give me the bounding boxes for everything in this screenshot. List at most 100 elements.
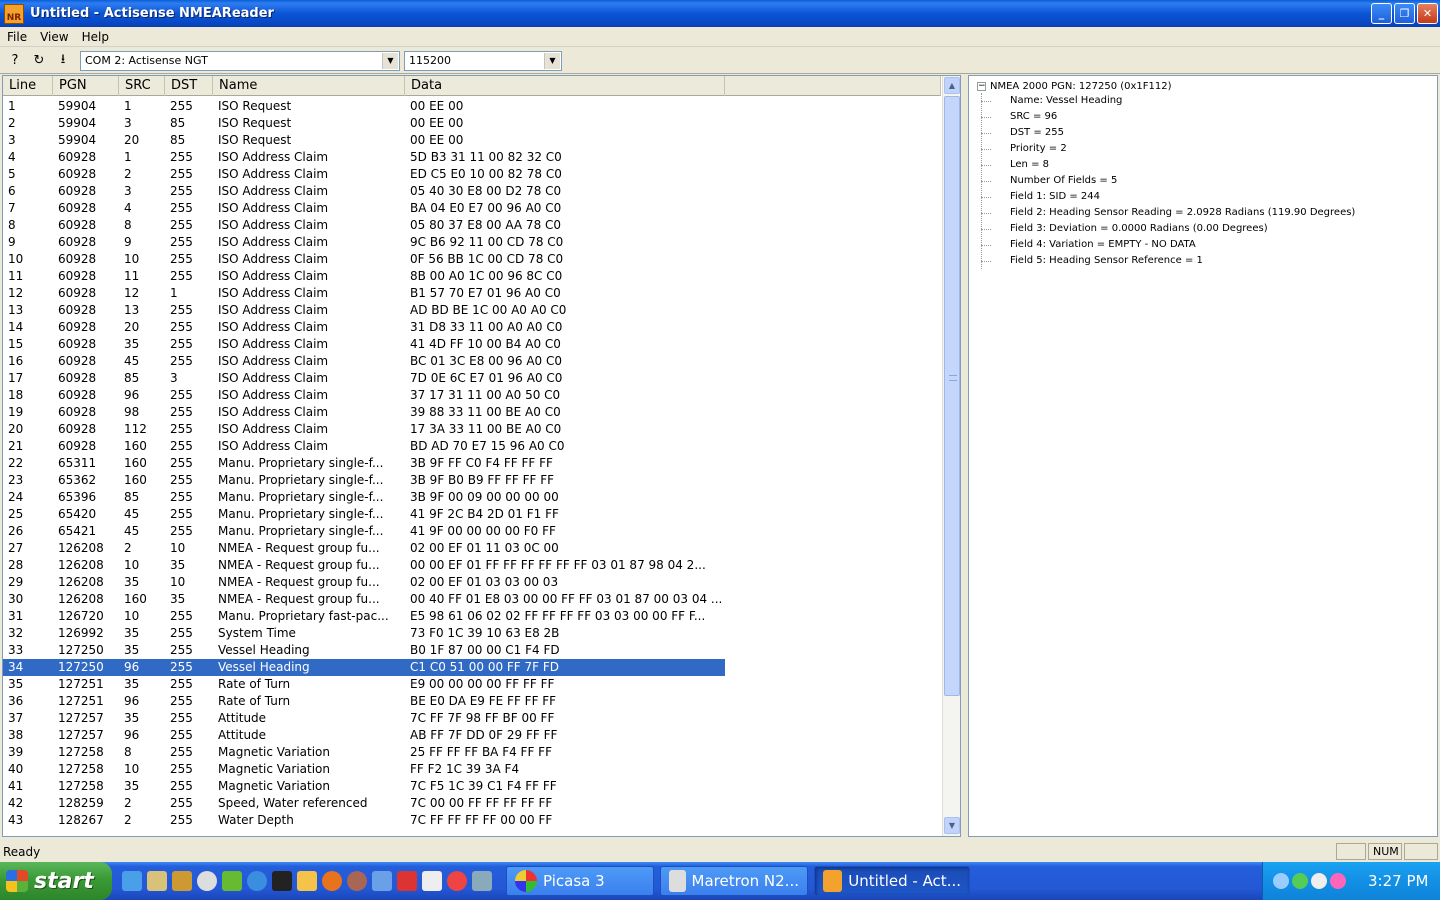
column-header-line[interactable]: Line bbox=[3, 76, 53, 96]
task-maretron[interactable]: Maretron N2... bbox=[660, 866, 808, 896]
table-row[interactable]: 3 59904 20 85 ISO Request 00 EE 00 bbox=[3, 132, 941, 149]
table-row[interactable]: 10 60928 10 255 ISO Address Claim 0F 56 BB 1C… bbox=[3, 251, 941, 268]
table-row[interactable]: 19 60928 98 255 ISO Address Claim 39 88 33 11… bbox=[3, 404, 941, 421]
tree-node[interactable]: Field 5: Heading Sensor Reference = 1 bbox=[980, 253, 1355, 269]
ie-icon[interactable] bbox=[247, 871, 267, 891]
table-row[interactable]: 43 128267 2 255 Water Depth 7C FF FF FF FF 00… bbox=[3, 812, 941, 829]
decode-tree[interactable]: − NMEA 2000 PGN: 127250 (0x1F112) Name: … bbox=[968, 75, 1438, 837]
menu-help[interactable]: Help bbox=[75, 30, 115, 44]
table-row[interactable]: 7 60928 4 255 ISO Address Claim BA 04 E0 E7 0… bbox=[3, 200, 941, 217]
menu-view[interactable]: View bbox=[33, 30, 74, 44]
media-icon[interactable] bbox=[197, 871, 217, 891]
table-row[interactable]: 15 60928 35 255 ISO Address Claim 41 4D FF 10… bbox=[3, 336, 941, 353]
explorer-icon[interactable] bbox=[147, 871, 167, 891]
collapse-icon[interactable]: − bbox=[977, 81, 986, 91]
firefox-icon[interactable] bbox=[322, 871, 342, 891]
download-icon[interactable]: ⭳ bbox=[54, 52, 72, 70]
table-row[interactable]: 6 60928 3 255 ISO Address Claim 05 40 30 E8 0… bbox=[3, 183, 941, 200]
scroll-down-icon[interactable]: ▼ bbox=[944, 817, 960, 834]
table-row[interactable]: 14 60928 20 255 ISO Address Claim 31 D8 33 11… bbox=[3, 319, 941, 336]
notes-icon[interactable] bbox=[297, 871, 317, 891]
table-row[interactable]: 22 65311 160 255 Manu. Proprietary single-f.… bbox=[3, 455, 941, 472]
tree-node[interactable]: Field 1: SID = 244 bbox=[980, 189, 1355, 205]
table-row[interactable]: 27 126208 2 10 NMEA - Request group fu... 02 … bbox=[3, 540, 941, 557]
paint-icon[interactable] bbox=[422, 871, 442, 891]
table-row[interactable]: 24 65396 85 255 Manu. Proprietary single-f..… bbox=[3, 489, 941, 506]
help-context-icon[interactable]: ? bbox=[6, 52, 24, 70]
port-select[interactable]: COM 2: Actisense NGT ▼ bbox=[80, 50, 400, 71]
picasa-icon[interactable] bbox=[447, 871, 467, 891]
table-row[interactable]: 37 127257 35 255 Attitude 7C FF 7F 98 FF BF 0… bbox=[3, 710, 941, 727]
column-header-data[interactable]: Data bbox=[405, 76, 725, 96]
table-row[interactable]: 26 65421 45 255 Manu. Proprietary single-f..… bbox=[3, 523, 941, 540]
table-row[interactable]: 23 65362 160 255 Manu. Proprietary single-f.… bbox=[3, 472, 941, 489]
desktop-icon[interactable] bbox=[122, 871, 142, 891]
app-icon[interactable] bbox=[222, 871, 242, 891]
tree-node[interactable]: Priority = 2 bbox=[980, 141, 1355, 157]
table-row[interactable]: 40 127258 10 255 Magnetic Variation FF F2 1C … bbox=[3, 761, 941, 778]
table-row[interactable]: 12 60928 12 1 ISO Address Claim B1 57 70 E7 0… bbox=[3, 285, 941, 302]
tree-node[interactable]: Name: Vessel Heading bbox=[980, 93, 1355, 109]
table-row[interactable]: 38 127257 96 255 Attitude AB FF 7F DD 0F 29 F… bbox=[3, 727, 941, 744]
table-row[interactable]: 33 127250 35 255 Vessel Heading B0 1F 87 00 0… bbox=[3, 642, 941, 659]
table-row[interactable]: 36 127251 96 255 Rate of Turn BE E0 DA E9 FE … bbox=[3, 693, 941, 710]
table-row[interactable]: 39 127258 8 255 Magnetic Variation 25 FF FF F… bbox=[3, 744, 941, 761]
table-row[interactable]: 34 127250 96 255 Vessel Heading C1 C0 51 00 0… bbox=[3, 659, 941, 676]
chevron-down-icon[interactable]: ▼ bbox=[382, 52, 398, 69]
tool-icon[interactable] bbox=[172, 871, 192, 891]
gmail-icon[interactable] bbox=[397, 871, 417, 891]
exclamation-icon[interactable] bbox=[272, 871, 292, 891]
chevron-down-icon[interactable]: ▼ bbox=[544, 52, 560, 69]
table-row[interactable]: 17 60928 85 3 ISO Address Claim 7D 0E 6C E7 0… bbox=[3, 370, 941, 387]
tray-arrow-icon[interactable] bbox=[1273, 873, 1289, 889]
table-row[interactable]: 1 59904 1 255 ISO Request 00 EE 00 bbox=[3, 98, 941, 115]
tree-node[interactable]: SRC = 96 bbox=[980, 109, 1355, 125]
baud-select[interactable]: 115200 ▼ bbox=[404, 50, 562, 71]
tray-chrome-icon[interactable] bbox=[1330, 873, 1346, 889]
tray-display-icon[interactable] bbox=[1311, 873, 1327, 889]
tray-network-icon[interactable] bbox=[1292, 873, 1308, 889]
table-row[interactable]: 29 126208 35 10 NMEA - Request group fu... 02… bbox=[3, 574, 941, 591]
table-row[interactable]: 42 128259 2 255 Speed, Water referenced 7C 00… bbox=[3, 795, 941, 812]
scroll-up-icon[interactable]: ▲ bbox=[944, 77, 960, 94]
column-header-name[interactable]: Name bbox=[213, 76, 405, 96]
table-row[interactable]: 2 59904 3 85 ISO Request 00 EE 00 bbox=[3, 115, 941, 132]
column-header-pgn[interactable]: PGN bbox=[53, 76, 119, 96]
clock[interactable]: 3:27 PM bbox=[1368, 872, 1428, 890]
task-nmeareader[interactable]: Untitled - Act... bbox=[814, 866, 970, 896]
message-list[interactable]: Line PGN SRC DST Name Data 1 59904 1 255 ISO… bbox=[2, 75, 961, 837]
table-row[interactable]: 31 126720 10 255 Manu. Proprietary fast-pac.… bbox=[3, 608, 941, 625]
refresh-icon[interactable]: ↻ bbox=[30, 52, 48, 70]
tree-node[interactable]: Number Of Fields = 5 bbox=[980, 173, 1355, 189]
table-row[interactable]: 5 60928 2 255 ISO Address Claim ED C5 E0 10 0… bbox=[3, 166, 941, 183]
table-row[interactable]: 32 126992 35 255 System Time 73 F0 1C 39 10 6… bbox=[3, 625, 941, 642]
tree-node[interactable]: DST = 255 bbox=[980, 125, 1355, 141]
table-row[interactable]: 11 60928 11 255 ISO Address Claim 8B 00 A0 1C… bbox=[3, 268, 941, 285]
maximize-button[interactable]: ❐ bbox=[1394, 3, 1415, 24]
table-row[interactable]: 28 126208 10 35 NMEA - Request group fu... 00… bbox=[3, 557, 941, 574]
vertical-scrollbar[interactable]: ▲ ▼ bbox=[942, 76, 960, 836]
tree-root[interactable]: − NMEA 2000 PGN: 127250 (0x1F112) bbox=[977, 79, 1172, 93]
tree-node[interactable]: Field 4: Variation = EMPTY - NO DATA bbox=[980, 237, 1355, 253]
table-row[interactable]: 4 60928 1 255 ISO Address Claim 5D B3 31 11 0… bbox=[3, 149, 941, 166]
task-picasa[interactable]: Picasa 3 bbox=[506, 866, 654, 896]
table-row[interactable]: 25 65420 45 255 Manu. Proprietary single-f..… bbox=[3, 506, 941, 523]
table-row[interactable]: 8 60928 8 255 ISO Address Claim 05 80 37 E8 0… bbox=[3, 217, 941, 234]
close-button[interactable]: ✕ bbox=[1417, 3, 1438, 24]
table-row[interactable]: 9 60928 9 255 ISO Address Claim 9C B6 92 11 0… bbox=[3, 234, 941, 251]
computer-icon[interactable] bbox=[472, 871, 492, 891]
table-row[interactable]: 13 60928 13 255 ISO Address Claim AD BD BE 1C… bbox=[3, 302, 941, 319]
table-row[interactable]: 35 127251 35 255 Rate of Turn E9 00 00 00 00 … bbox=[3, 676, 941, 693]
column-header-src[interactable]: SRC bbox=[119, 76, 165, 96]
column-header-dst[interactable]: DST bbox=[165, 76, 213, 96]
table-row[interactable]: 18 60928 96 255 ISO Address Claim 37 17 31 11… bbox=[3, 387, 941, 404]
tree-node[interactable]: Field 2: Heading Sensor Reading = 2.0928… bbox=[980, 205, 1355, 221]
minimize-button[interactable]: _ bbox=[1371, 3, 1392, 24]
table-row[interactable]: 20 60928 112 255 ISO Address Claim 17 3A 33 1… bbox=[3, 421, 941, 438]
table-row[interactable]: 30 126208 160 35 NMEA - Request group fu... 0… bbox=[3, 591, 941, 608]
menu-file[interactable]: File bbox=[0, 30, 33, 44]
network-icon[interactable] bbox=[372, 871, 392, 891]
tree-node[interactable]: Len = 8 bbox=[980, 157, 1355, 173]
start-button[interactable]: start bbox=[0, 862, 112, 900]
table-row[interactable]: 41 127258 35 255 Magnetic Variation 7C F5 1C … bbox=[3, 778, 941, 795]
